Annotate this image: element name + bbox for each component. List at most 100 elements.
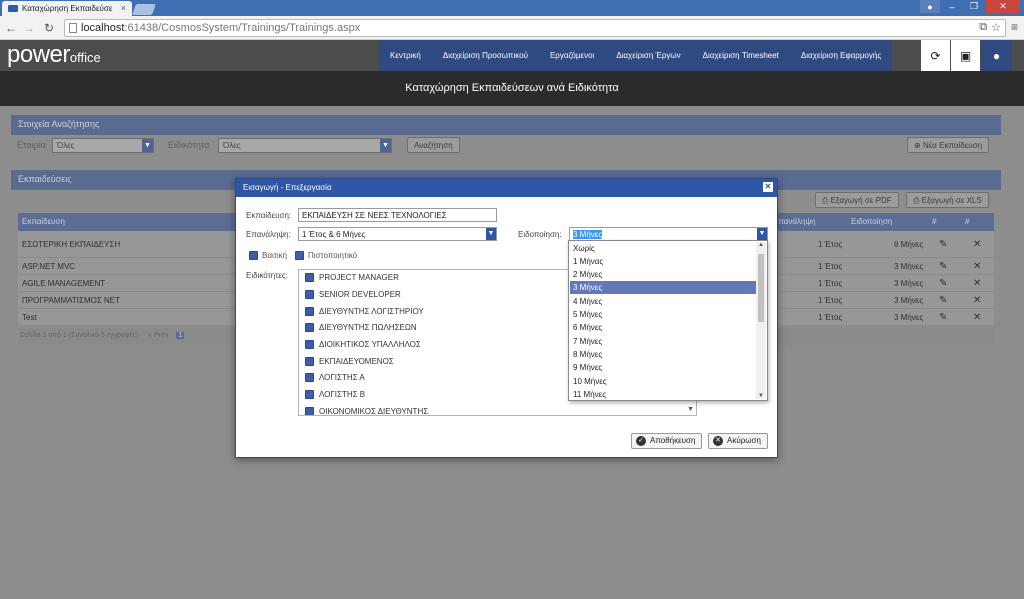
page-title: Καταχώρηση Εκπαιδεύσεων ανά Ειδικότητα (0, 71, 1024, 106)
export-pdf-label: Εξαγωγή σε PDF (830, 196, 892, 205)
specialty-option-label: ΛΟΓΙΣΤΗΣ Α (319, 373, 365, 382)
browser-menu-icon[interactable]: ≡ (1011, 20, 1018, 34)
checkbox-icon (249, 251, 258, 260)
nav-personnel[interactable]: Διαχείριση Προσωπικού (432, 40, 539, 71)
browser-tabstrip: Καταχώρηση Εκπαιδεύσε × ● – ❐ ✕ (0, 0, 1024, 16)
pager-summary: Σελίδα 1 από 1 (Συνολικά 5 εγγραφές) (20, 332, 139, 339)
specialty-option-label: ΔΙΕΥΘΥΝΤΗΣ ΛΟΓΙΣΤΗΡΙΟΥ (319, 307, 424, 316)
nav-home[interactable]: Κεντρική (379, 40, 432, 71)
nav-timesheet[interactable]: Διαχείριση Timesheet (692, 40, 790, 71)
nav-employees[interactable]: Εργαζόμενοι (539, 40, 605, 71)
export-pdf-button[interactable]: ⎙ Εξαγωγή σε PDF (815, 192, 899, 208)
specialty-option[interactable]: ΔΙΟΙΚΗΤΙΚΟΣ ΥΠΑΛΛΗΛΟΣ (305, 340, 421, 349)
dropdown-option[interactable]: 2 Μήνες (570, 268, 756, 281)
edit-icon[interactable]: ✎ (939, 261, 947, 272)
refresh-icon[interactable]: ⟳ (921, 40, 950, 71)
close-icon[interactable]: ✕ (763, 182, 773, 192)
logo[interactable]: poweroffice (7, 42, 101, 71)
search-button[interactable]: Αναζήτηση (407, 137, 460, 153)
browser-tab[interactable]: Καταχώρηση Εκπαιδεύσε × (2, 1, 132, 16)
training-notify: 3 Μήνες (894, 313, 924, 322)
nav-app-admin[interactable]: Διαχείριση Εφαρμογής (790, 40, 892, 71)
specialty-select[interactable]: Όλες ▼ (218, 138, 392, 153)
dropdown-option[interactable]: 7 Μήνες (570, 335, 756, 348)
dropdown-option[interactable]: 10 Μήνες (570, 375, 756, 388)
delete-icon[interactable]: ✕ (973, 295, 981, 306)
specialty-option[interactable]: ΕΚΠΑΙΔΕΥΟΜΕΝΟΣ (305, 357, 394, 366)
dropdown-option[interactable]: 8 Μήνες (570, 348, 756, 361)
dropdown-option[interactable]: 11 Μήνες (570, 388, 756, 400)
edit-icon[interactable]: ✎ (939, 278, 947, 289)
col-training[interactable]: Εκπαίδευση (22, 217, 65, 226)
specialty-option[interactable]: ΛΟΓΙΣΤΗΣ Β (305, 390, 365, 399)
minimize-icon[interactable]: – (942, 0, 962, 13)
export-xls-button[interactable]: ⎙ Εξαγωγή σε XLS (906, 192, 989, 208)
close-window-icon[interactable]: ✕ (986, 0, 1020, 13)
training-repeat: 1 Έτος (818, 296, 843, 305)
scroll-down-icon[interactable]: ▼ (756, 393, 766, 399)
specialty-option[interactable]: SENIOR DEVELOPER (305, 290, 401, 299)
specialty-option[interactable]: PROJECT MANAGER (305, 273, 399, 282)
user-icon[interactable]: ● (981, 40, 1012, 71)
dropdown-option[interactable]: 9 Μήνες (570, 361, 756, 374)
pager-page[interactable]: 1 (176, 332, 185, 339)
bookmark-star-icon[interactable]: ☆ (991, 21, 1001, 34)
dropdown-option[interactable]: 4 Μήνες (570, 295, 756, 308)
checkbox-icon (305, 357, 314, 366)
scroll-up-icon[interactable]: ▲ (756, 242, 766, 248)
profile-icon[interactable]: ● (920, 0, 940, 13)
edit-icon[interactable]: ✎ (939, 239, 947, 250)
nav-projects[interactable]: Διαχείριση Έργων (605, 40, 691, 71)
specialty-option-label: ΛΟΓΙΣΤΗΣ Β (319, 390, 366, 399)
col-notify[interactable]: Ειδοποίηση (851, 217, 892, 226)
delete-icon[interactable]: ✕ (973, 312, 981, 323)
specialty-option[interactable]: ΔΙΕΥΘΥΝΤΗΣ ΠΩΛΗΣΕΩΝ (305, 323, 417, 332)
forward-icon[interactable]: → (22, 21, 36, 35)
chevron-down-icon[interactable]: ▼ (687, 406, 694, 413)
col-delete: # (965, 217, 970, 226)
delete-icon[interactable]: ✕ (973, 239, 981, 250)
save-button[interactable]: ✓ Αποθήκευση (631, 433, 703, 449)
notify-dropdown-list[interactable]: Χωρίς 1 Μήνας 2 Μήνες 3 Μήνες 4 Μήνες 5 … (568, 240, 768, 401)
edit-icon[interactable]: ✎ (939, 312, 947, 323)
basic-checkbox[interactable]: Βασική (249, 251, 287, 260)
specialty-option-label: ΔΙΟΙΚΗΤΙΚΟΣ ΥΠΑΛΛΗΛΟΣ (319, 340, 421, 349)
address-bar[interactable]: localhost:61438/CosmosSystem/Trainings/T… (64, 19, 1006, 37)
dropdown-option-selected[interactable]: 3 Μήνες (570, 281, 756, 294)
dropdown-option[interactable]: Χωρίς (570, 242, 756, 255)
specialty-option[interactable]: ΟΙΚΟΝΟΜΙΚΟΣ ΔΙΕΥΘΥΝΤΗΣ (305, 407, 428, 415)
scrollbar-thumb[interactable] (758, 254, 764, 322)
dropdown-scrollbar[interactable]: ▲ ▼ (756, 242, 766, 399)
dropdown-option[interactable]: 5 Μήνες (570, 308, 756, 321)
specialty-option[interactable]: ΛΟΓΙΣΤΗΣ Α (305, 373, 365, 382)
certificate-checkbox[interactable]: Πιστοποιητικό (295, 251, 357, 260)
dropdown-option[interactable]: 6 Μήνες (570, 321, 756, 334)
specialties-label: Ειδικότητες: (246, 271, 288, 280)
training-name-field[interactable]: ΕΚΠΑΙΔΕΥΣΗ ΣΕ ΝΕΕΣ ΤΕΧΝΟΛΟΓΙΕΣ (298, 208, 497, 222)
translate-icon[interactable]: ⧉ (979, 21, 987, 34)
edit-icon[interactable]: ✎ (939, 295, 947, 306)
new-tab-button[interactable] (131, 4, 157, 15)
delete-icon[interactable]: ✕ (973, 261, 981, 272)
reload-icon[interactable]: ↻ (42, 21, 56, 35)
pager-prev[interactable]: « Prev (148, 332, 168, 339)
notify-field-label: Ειδοποίηση: (518, 230, 562, 239)
specialty-option-label: PROJECT MANAGER (319, 273, 399, 282)
restore-icon[interactable]: ❐ (964, 0, 984, 13)
notify-select[interactable]: 3 Μήνες ▼ (569, 227, 768, 241)
cancel-button[interactable]: ✕ Ακύρωση (708, 433, 768, 449)
repeat-select[interactable]: 1 Έτος & 6 Μήνες ▼ (298, 227, 497, 241)
training-name: AGILE MANAGEMENT (22, 279, 106, 288)
specialty-option[interactable]: ΔΙΕΥΘΥΝΤΗΣ ΛΟΓΙΣΤΗΡΙΟΥ (305, 307, 424, 316)
dialog-titlebar: Εισαγωγή - Επεξεργασία ✕ (236, 179, 777, 197)
new-training-button[interactable]: ⊕ Νέα Εκπαίδευση (907, 137, 990, 153)
window-icon[interactable]: ▣ (951, 40, 980, 71)
dropdown-option[interactable]: 1 Μήνας (570, 255, 756, 268)
back-icon[interactable]: ← (4, 21, 18, 35)
company-select[interactable]: Όλες ▼ (52, 138, 154, 153)
training-repeat: 1 Έτος (818, 240, 843, 249)
delete-icon[interactable]: ✕ (973, 278, 981, 289)
col-repeat[interactable]: Επανάληψη (773, 217, 816, 226)
close-tab-icon[interactable]: × (121, 3, 126, 13)
training-name-value: ΕΚΠΑΙΔΕΥΣΗ ΣΕ ΝΕΕΣ ΤΕΧΝΟΛΟΓΙΕΣ (302, 211, 447, 220)
